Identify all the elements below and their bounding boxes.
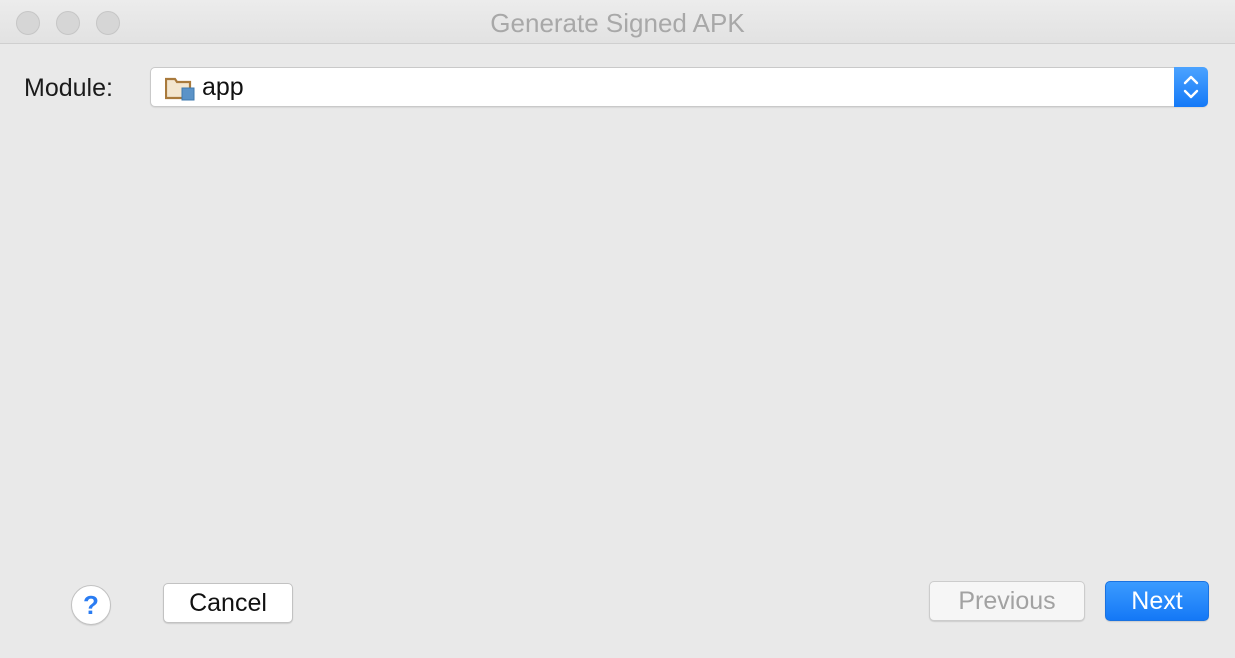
help-button[interactable]: ? <box>71 585 111 625</box>
window-title: Generate Signed APK <box>490 8 745 38</box>
module-folder-icon <box>164 76 195 102</box>
next-button[interactable]: Next <box>1105 581 1209 621</box>
module-select[interactable]: app <box>150 67 1208 107</box>
title-bar: Generate Signed APK <box>0 0 1235 44</box>
module-select-value: app <box>202 73 244 101</box>
generate-signed-apk-dialog: Generate Signed APK Module: app ? Cancel… <box>0 0 1235 658</box>
cancel-button[interactable]: Cancel <box>163 583 293 623</box>
select-stepper-icon[interactable] <box>1174 67 1208 107</box>
previous-button[interactable]: Previous <box>929 581 1085 621</box>
module-label: Module: <box>24 74 113 102</box>
